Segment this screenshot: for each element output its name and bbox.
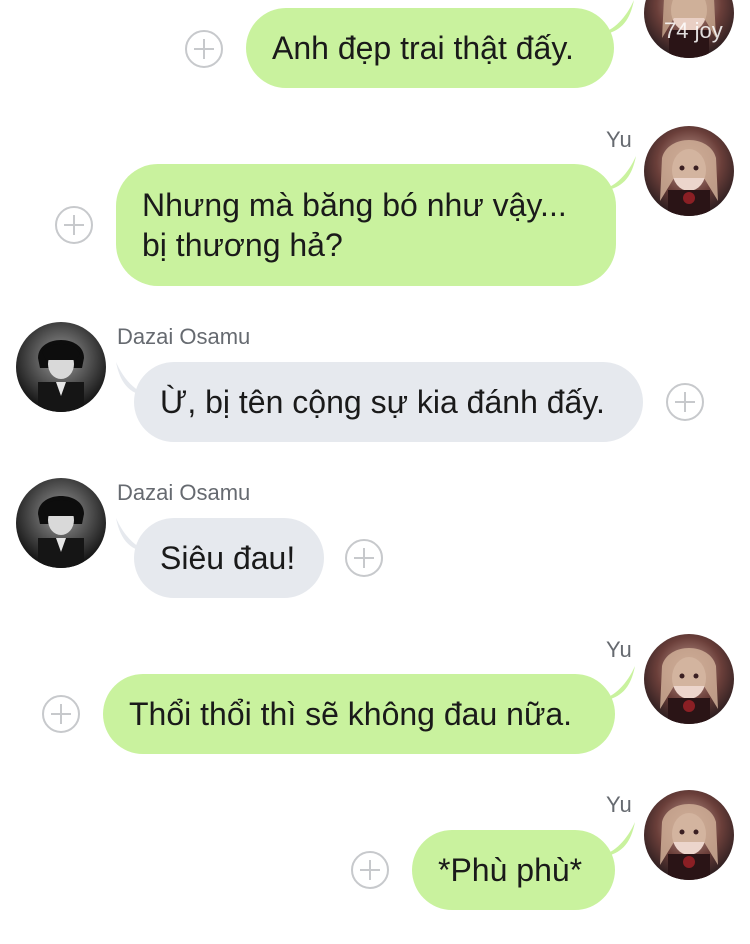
sender-name: Yu xyxy=(606,792,632,817)
sender-name: Yu xyxy=(606,637,632,662)
sender-name: Dazai Osamu xyxy=(117,480,251,505)
message-bubble-incoming[interactable]: Siêu đau! xyxy=(134,518,324,598)
bubble-tail xyxy=(601,666,635,700)
avatar-overlay-text: 74 joy xyxy=(664,18,723,43)
add-reaction-button[interactable] xyxy=(55,206,93,244)
sender-name: Yu xyxy=(606,127,632,152)
add-reaction-button[interactable] xyxy=(185,30,223,68)
message-bubble-incoming[interactable]: Ừ, bị tên cộng sự kia đánh đấy. xyxy=(134,362,643,442)
message-text: *Phù phù* xyxy=(438,852,583,888)
message-text: Thổi thổi thì sẽ không đau nữa. xyxy=(129,696,573,732)
add-reaction-button[interactable] xyxy=(42,695,80,733)
avatar-yu[interactable] xyxy=(644,126,734,216)
message-text: bị thương hả? xyxy=(142,227,343,263)
message-text: Anh đẹp trai thật đấy. xyxy=(272,30,574,66)
message-text: Siêu đau! xyxy=(160,540,296,576)
message-bubble-outgoing[interactable]: Nhưng mà băng bó như vậy... bị thương hả… xyxy=(116,164,616,286)
add-reaction-button[interactable] xyxy=(345,539,383,577)
avatar-dazai[interactable] xyxy=(16,478,106,568)
add-reaction-button[interactable] xyxy=(666,383,704,421)
avatar-yu[interactable] xyxy=(644,634,734,724)
message-text: Ừ, bị tên cộng sự kia đánh đấy. xyxy=(160,384,605,420)
bubble-tail xyxy=(601,822,635,856)
avatar-yu[interactable] xyxy=(644,790,734,880)
message-text: Nhưng mà băng bó như vậy... xyxy=(142,187,567,223)
bubble-tail xyxy=(600,0,634,34)
avatar-dazai[interactable] xyxy=(16,322,106,412)
bubble-tail xyxy=(602,156,636,190)
sender-name: Dazai Osamu xyxy=(117,324,251,349)
add-reaction-button[interactable] xyxy=(351,851,389,889)
message-bubble-outgoing[interactable]: Anh đẹp trai thật đấy. xyxy=(246,8,614,88)
message-bubble-outgoing[interactable]: Thổi thổi thì sẽ không đau nữa. xyxy=(103,674,615,754)
message-bubble-outgoing[interactable]: *Phù phù* xyxy=(412,830,615,910)
